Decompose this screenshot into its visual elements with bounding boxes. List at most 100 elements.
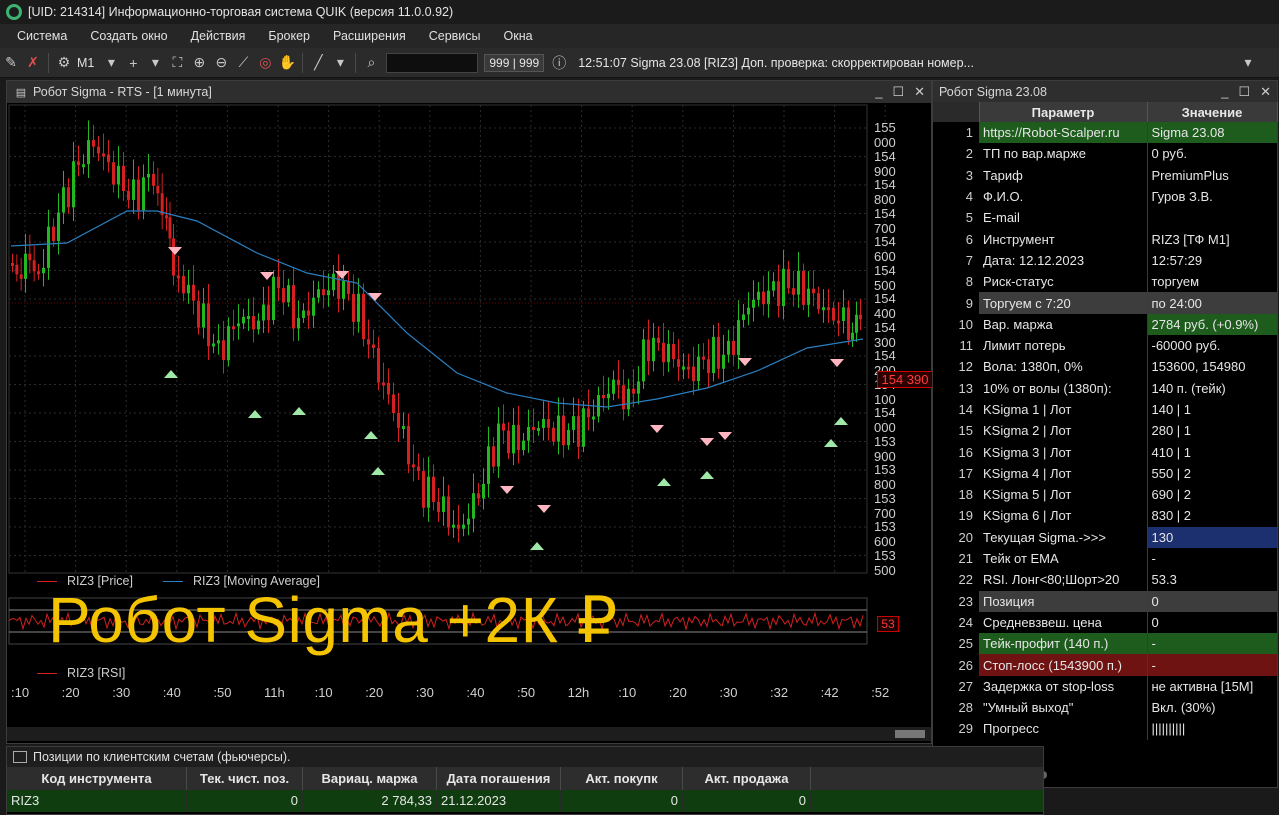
crosshair-icon[interactable]: + — [122, 52, 144, 74]
table-row[interactable]: 28 "Умный выход" Вкл. (30%) — [933, 697, 1277, 719]
toolbar-separator — [302, 52, 304, 73]
chevron-down-icon[interactable]: ▾ — [100, 52, 122, 74]
close-icon[interactable]: ✕ — [914, 84, 925, 100]
table-row[interactable]: 23 Позиция 0 — [933, 590, 1277, 612]
candle-body — [842, 307, 845, 322]
candle-body — [272, 276, 275, 321]
maximize-icon[interactable]: ☐ — [1238, 84, 1250, 100]
chevron-down-icon[interactable]: ▾ — [329, 52, 351, 74]
table-row[interactable]: 4 Ф.И.О. Гуров З.В. — [933, 185, 1277, 208]
chevron-down-icon[interactable]: ▾ — [144, 52, 166, 74]
col-value[interactable]: Значение — [1147, 102, 1278, 122]
menu-services[interactable]: Сервисы — [420, 29, 495, 43]
maximize-icon[interactable]: ☐ — [892, 84, 904, 100]
table-row[interactable]: 19 KSigma 6 | Лот 830 | 2 — [933, 505, 1277, 527]
candle-body — [392, 394, 395, 413]
table-row[interactable]: 14 KSigma 1 | Лот 140 | 1 — [933, 398, 1277, 421]
table-row[interactable]: 3 Тариф PremiumPlus — [933, 164, 1277, 186]
chart-window-header: ▤ Робот Sigma - RTS - [1 минута] _ ☐ ✕ — [7, 81, 931, 103]
ruler-icon[interactable]: ⟋ — [232, 52, 254, 74]
table-row[interactable]: RIZ3 0 2 784,33 21.12.2023 0 0 — [7, 790, 1043, 812]
menu-windows[interactable]: Окна — [495, 29, 547, 43]
legend-price: RIZ3 [Price] — [37, 574, 133, 588]
menu-extensions[interactable]: Расширения — [324, 29, 420, 43]
candle-body — [722, 354, 725, 369]
table-row[interactable]: 7 Дата: 12.12.2023 12:57:29 — [933, 249, 1277, 272]
col-param[interactable]: Параметр — [979, 102, 1148, 122]
table-row[interactable]: 24 Средневзвеш. цена 0 — [933, 611, 1277, 634]
scrollbar-thumb[interactable] — [895, 730, 925, 738]
close-icon[interactable]: ✕ — [1260, 84, 1271, 100]
chart-settings-icon[interactable]: ⚙ — [53, 52, 75, 74]
candle-body — [187, 284, 190, 294]
candle-body — [607, 393, 610, 399]
zoom-in-icon[interactable]: ⊕ — [188, 52, 210, 74]
eraser-icon[interactable]: ✗ — [22, 52, 44, 74]
table-row[interactable]: 26 Стоп-лосс (1543900 п.) - — [933, 654, 1277, 676]
col-net-position[interactable]: Тек. чист. поз. — [187, 767, 303, 790]
col-expiry-date[interactable]: Дата погашения — [437, 767, 561, 790]
table-row[interactable]: 29 Прогресс |||||||||| — [933, 718, 1277, 740]
table-row[interactable]: 5 E-mail — [933, 207, 1277, 229]
col-active-sell[interactable]: Акт. продажа — [683, 767, 811, 790]
table-row[interactable]: 17 KSigma 4 | Лот 550 | 2 — [933, 462, 1277, 485]
menu-system[interactable]: Система — [8, 29, 81, 43]
zoom-out-icon[interactable]: ⊖ — [210, 52, 232, 74]
table-row[interactable]: 13 10% от волы (1380п): 140 п. (тейк) — [933, 377, 1277, 399]
interval-select[interactable]: M1 — [77, 56, 94, 70]
menu-actions[interactable]: Действия — [182, 29, 260, 43]
menu-create-window[interactable]: Создать окно — [81, 29, 181, 43]
candle-body — [737, 320, 740, 356]
table-row[interactable]: 12 Вола: 1380п, 0% 153600, 154980 — [933, 356, 1277, 378]
line-tool-icon[interactable]: ╱ — [307, 52, 329, 74]
candle-body — [502, 423, 505, 431]
param-value: 280 | 1 — [1146, 420, 1277, 442]
table-row[interactable]: 21 Тейк от EMA - — [933, 547, 1277, 570]
row-number: 11 — [959, 338, 974, 354]
candle-body — [142, 177, 145, 211]
table-row[interactable]: 16 KSigma 3 | Лот 410 | 1 — [933, 441, 1277, 463]
table-row[interactable]: 22 RSI. Лонг<80;Шорт>20 53.3 — [933, 569, 1277, 591]
chevron-down-icon[interactable]: ▾ — [1237, 52, 1259, 74]
table-row[interactable]: 10 Вар. маржа 2784 руб. (+0.9%) — [933, 313, 1277, 335]
rsi-chart[interactable] — [7, 596, 931, 676]
candle-body — [492, 446, 495, 467]
table-row[interactable]: 8 Риск-статус торгуем — [933, 271, 1277, 293]
price-tick-label: 155 000 — [874, 120, 896, 150]
param-name: Дата: 12.12.2023 — [983, 252, 1085, 268]
price-chart[interactable] — [7, 103, 931, 583]
search-input[interactable] — [386, 52, 479, 73]
table-row[interactable]: 20 Текущая Sigma.->>> 130 — [933, 526, 1277, 548]
hand-icon[interactable]: ✋ — [276, 52, 298, 74]
search-icon[interactable]: ⌕ — [360, 52, 382, 74]
param-value: 130 — [1146, 526, 1277, 548]
param-name: Тейк-профит (140 п.) — [979, 633, 1147, 655]
fit-screen-icon[interactable]: ⛶ — [166, 52, 188, 74]
pencil-icon[interactable]: ✎ — [0, 52, 22, 74]
chart-scrollbar[interactable] — [7, 727, 931, 741]
target-icon[interactable]: ◎ — [254, 52, 276, 74]
table-row[interactable]: 25 Тейк-профит (140 п.) - — [933, 633, 1277, 655]
minimize-icon[interactable]: _ — [1221, 84, 1228, 100]
candle-body — [847, 307, 850, 340]
candle-body — [32, 260, 36, 272]
table-row[interactable]: 6 Инструмент RIZ3 [ТФ М1] — [933, 228, 1277, 250]
col-instrument-code[interactable]: Код инструмента — [7, 767, 187, 790]
col-var-margin[interactable]: Вариац. маржа — [303, 767, 437, 790]
table-row[interactable]: 1 https://Robot-Scalper.ru Sigma 23.08 — [933, 122, 1277, 144]
table-row[interactable]: 27 Задержка от stop-loss не активна [15М] — [933, 675, 1277, 698]
table-row[interactable]: 18 KSigma 5 | Лот 690 | 2 — [933, 484, 1277, 506]
table-row[interactable]: 11 Лимит потерь -60000 руб. — [933, 334, 1277, 357]
param-name: KSigma 6 | Лот — [983, 508, 1072, 524]
candle-body — [832, 307, 835, 321]
table-row[interactable]: 2 ТП по вар.марже 0 руб. — [933, 143, 1277, 165]
table-row[interactable]: 15 KSigma 2 | Лот 280 | 1 — [933, 420, 1277, 442]
candle-body — [697, 356, 700, 382]
price-tick-label: 154 200 — [874, 348, 896, 378]
minimize-icon[interactable]: _ — [875, 84, 882, 100]
menu-broker[interactable]: Брокер — [259, 29, 324, 43]
param-value: 153600, 154980 — [1146, 356, 1277, 378]
param-name: Позиция — [979, 590, 1147, 612]
col-active-buy[interactable]: Акт. покупк — [561, 767, 683, 790]
table-row[interactable]: 9 Торгуем с 7:20 по 24:00 — [933, 292, 1277, 314]
